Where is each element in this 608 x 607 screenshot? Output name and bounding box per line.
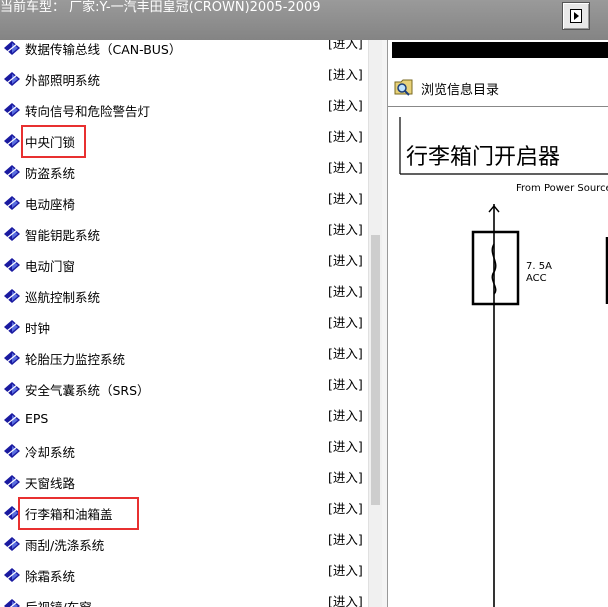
list-item-label: 数据传输总线（CAN-BUS）: [25, 42, 182, 57]
folder-search-icon: [394, 79, 413, 96]
list-item[interactable]: 冷却系统 [进入]: [0, 434, 368, 465]
list-item-label: 天窗线路: [25, 476, 76, 491]
arrow-right-icon: [570, 9, 582, 23]
list-item-label: 轮胎压力监控系统: [25, 352, 126, 367]
enter-link[interactable]: [进入]: [328, 436, 363, 455]
book-icon: [4, 103, 20, 117]
book-icon: [4, 444, 20, 458]
list-item[interactable]: 时钟 [进入]: [0, 310, 368, 341]
book-icon: [4, 413, 20, 427]
book-icon: [4, 165, 20, 179]
list-item[interactable]: 电动座椅 [进入]: [0, 186, 368, 217]
list-item[interactable]: 安全气囊系统（SRS） [进入]: [0, 372, 368, 403]
list-item[interactable]: 外部照明系统 [进入]: [0, 62, 368, 93]
enter-link[interactable]: [进入]: [328, 219, 363, 238]
enter-link[interactable]: [进入]: [328, 250, 363, 269]
list-item[interactable]: 天窗线路 [进入]: [0, 465, 368, 496]
fuse-rating: 7. 5A: [526, 261, 552, 272]
fuse-name: ACC: [526, 273, 547, 284]
list-item[interactable]: 数据传输总线（CAN-BUS） [进入]: [0, 40, 368, 62]
book-icon: [4, 568, 20, 582]
viewer-separator: [388, 106, 608, 107]
toggle-panel-button[interactable]: [562, 2, 590, 30]
list-item[interactable]: 转向信号和危险警告灯 [进入]: [0, 93, 368, 124]
enter-link[interactable]: [进入]: [328, 126, 363, 145]
enter-link[interactable]: [进入]: [328, 40, 363, 52]
source-label: From Power Source: [516, 183, 608, 194]
list-item-label: 行李箱和油箱盖: [25, 507, 113, 522]
wiring-diagram: 行李箱门开启器 From Power Source 7. 5A ACC: [399, 117, 608, 607]
list-item-label: 冷却系统: [25, 445, 76, 460]
enter-link[interactable]: [进入]: [328, 343, 363, 362]
book-icon: [4, 506, 20, 520]
book-icon: [4, 537, 20, 551]
book-icon: [4, 134, 20, 148]
list-item-label: 外部照明系统: [25, 73, 101, 88]
book-icon: [4, 41, 20, 55]
current-model-title: 当前车型： 厂家:Y-一汽丰田皇冠(CROWN)2005-2009: [0, 0, 321, 15]
enter-link[interactable]: [进入]: [328, 188, 363, 207]
enter-link[interactable]: [进入]: [328, 312, 363, 331]
list-item[interactable]: 防盗系统 [进入]: [0, 155, 368, 186]
enter-link[interactable]: [进入]: [328, 529, 363, 548]
list-item-label: 防盗系统: [25, 166, 76, 181]
book-icon: [4, 320, 20, 334]
list-item-label: 雨刮/洗涤系统: [25, 538, 105, 553]
list-item[interactable]: 除霜系统 [进入]: [0, 558, 368, 589]
book-icon: [4, 72, 20, 86]
book-icon: [4, 475, 20, 489]
list-item-label: 安全气囊系统（SRS）: [25, 383, 150, 398]
list-item-label: 巡航控制系统: [25, 290, 101, 305]
top-bar: 当前车型： 厂家:Y-一汽丰田皇冠(CROWN)2005-2009: [0, 0, 608, 40]
list-item[interactable]: 行李箱和油箱盖 [进入]: [0, 496, 368, 527]
list-item-label: 电动门窗: [25, 259, 76, 274]
diagram-title: 行李箱门开启器: [406, 145, 560, 170]
book-icon: [4, 227, 20, 241]
system-list: 数据传输总线（CAN-BUS） [进入] 外部照明系统 [进入] 转向信号和危险警告灯 […: [0, 40, 368, 607]
list-item[interactable]: 后视镜/车窗 [进入]: [0, 589, 368, 607]
enter-link[interactable]: [进入]: [328, 405, 363, 424]
viewer-pane: 浏览信息目录 行李箱门开启器 From Power Source 7. 5A A…: [387, 40, 608, 607]
enter-link[interactable]: [进入]: [328, 281, 363, 300]
enter-link[interactable]: [进入]: [328, 591, 363, 607]
enter-link[interactable]: [进入]: [328, 374, 363, 393]
book-icon: [4, 382, 20, 396]
list-item-label: 后视镜/车窗: [25, 597, 92, 607]
enter-link[interactable]: [进入]: [328, 467, 363, 486]
list-item[interactable]: 巡航控制系统 [进入]: [0, 279, 368, 310]
list-item[interactable]: 中央门锁 [进入]: [0, 124, 368, 155]
viewer-toolbar: [392, 42, 608, 58]
browse-toc-link[interactable]: 浏览信息目录: [388, 70, 608, 100]
book-icon: [4, 258, 20, 272]
enter-link[interactable]: [进入]: [328, 95, 363, 114]
book-icon: [4, 599, 20, 607]
enter-link[interactable]: [进入]: [328, 560, 363, 579]
browse-toc-label: 浏览信息目录: [421, 83, 500, 98]
book-icon: [4, 196, 20, 210]
enter-link[interactable]: [进入]: [328, 498, 363, 517]
book-icon: [4, 351, 20, 365]
book-icon: [4, 289, 20, 303]
list-item-label: EPS: [25, 411, 49, 426]
list-item[interactable]: 雨刮/洗涤系统 [进入]: [0, 527, 368, 558]
list-item-label: 电动座椅: [25, 197, 76, 212]
list-item-label: 智能钥匙系统: [25, 228, 101, 243]
enter-link[interactable]: [进入]: [328, 157, 363, 176]
list-scrollbar[interactable]: [368, 40, 382, 607]
list-item[interactable]: 电动门窗 [进入]: [0, 248, 368, 279]
enter-link[interactable]: [进入]: [328, 64, 363, 83]
scrollbar-thumb[interactable]: [371, 235, 380, 505]
list-item-label: 除霜系统: [25, 569, 76, 584]
list-item[interactable]: EPS [进入]: [0, 403, 368, 434]
list-item-label: 转向信号和危险警告灯: [25, 104, 151, 119]
list-item-label: 中央门锁: [25, 135, 76, 150]
list-item-label: 时钟: [25, 321, 51, 336]
list-item[interactable]: 智能钥匙系统 [进入]: [0, 217, 368, 248]
list-item[interactable]: 轮胎压力监控系统 [进入]: [0, 341, 368, 372]
